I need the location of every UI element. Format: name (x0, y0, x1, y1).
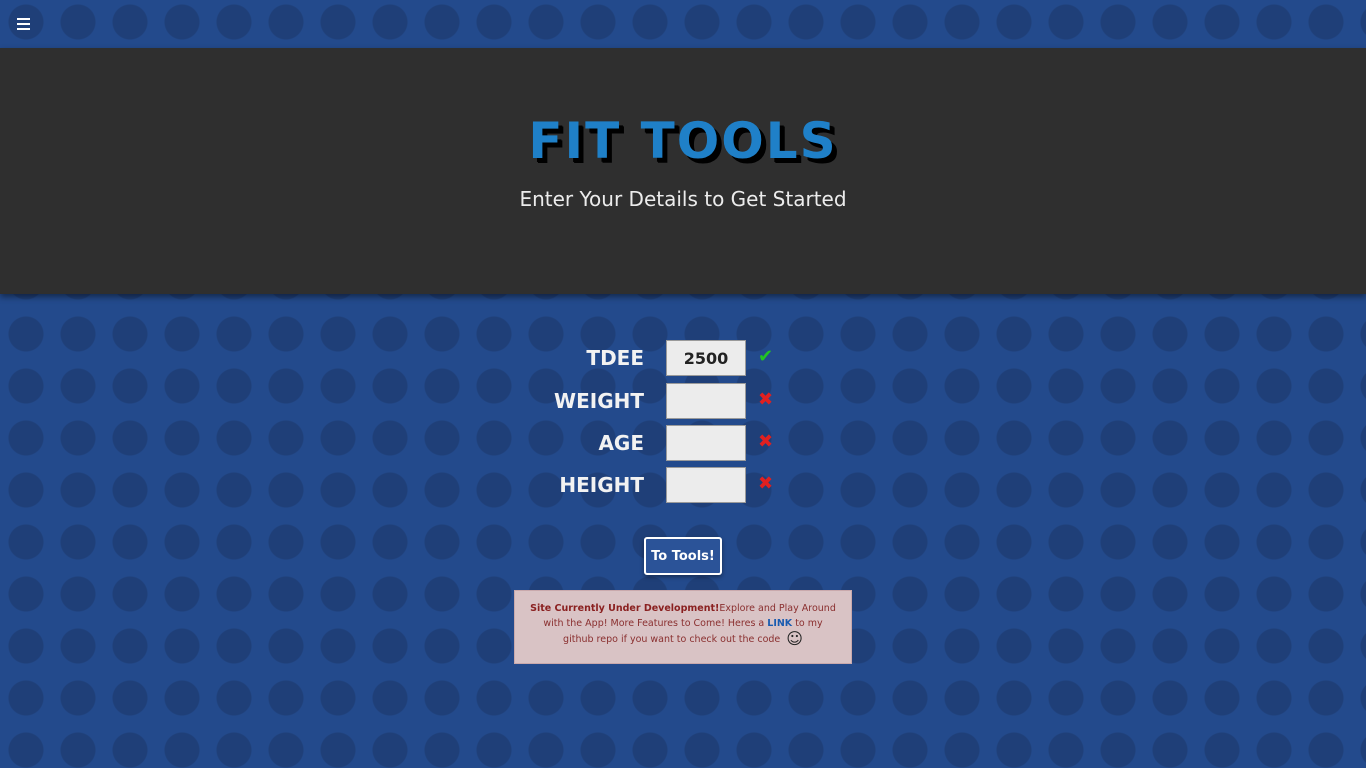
tdee-label: TDEE (586, 346, 644, 370)
github-link[interactable]: LINK (767, 618, 792, 629)
weight-label: WEIGHT (554, 389, 644, 413)
check-icon: ✔ (758, 346, 774, 367)
x-icon: ✖ (758, 389, 774, 410)
page-title: FIT TOOLS (528, 112, 838, 170)
tdee-row: TDEE ✔ (540, 340, 800, 378)
smiley-icon: ☺ (786, 629, 803, 648)
x-icon: ✖ (758, 431, 774, 452)
height-input[interactable] (666, 467, 746, 503)
age-label: AGE (598, 431, 644, 455)
age-input[interactable] (666, 425, 746, 461)
x-icon: ✖ (758, 473, 774, 494)
age-row: AGE ✖ (540, 425, 800, 463)
hamburger-menu-icon[interactable] (14, 14, 34, 34)
notice-bold-text: Site Currently Under Development! (530, 603, 720, 614)
height-row: HEIGHT ✖ (540, 467, 800, 505)
page-subtitle: Enter Your Details to Get Started (519, 187, 847, 211)
height-label: HEIGHT (559, 473, 644, 497)
development-notice: Site Currently Under Development!Explore… (514, 590, 852, 664)
tdee-input[interactable] (666, 340, 746, 376)
weight-row: WEIGHT ✖ (540, 383, 800, 421)
to-tools-button[interactable]: To Tools! (644, 537, 722, 575)
weight-input[interactable] (666, 383, 746, 419)
header-banner: FIT TOOLS Enter Your Details to Get Star… (0, 48, 1366, 294)
